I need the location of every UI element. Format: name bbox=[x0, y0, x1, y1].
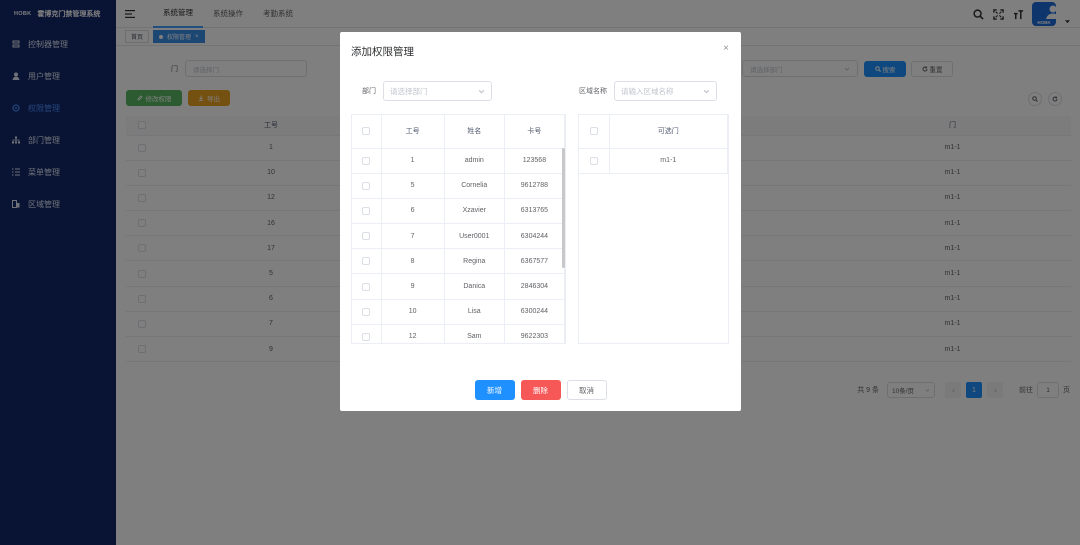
cancel-button[interactable]: 取消 bbox=[566, 380, 607, 400]
user-select-all-checkbox[interactable] bbox=[352, 115, 382, 149]
user-cell-id: 9 bbox=[381, 273, 445, 300]
user-cell-card: 9622303 bbox=[504, 324, 565, 343]
user-col-card: 卡号 bbox=[504, 115, 565, 149]
door-select-table: 可选门 m1-1 bbox=[578, 114, 729, 344]
dialog-title: 添加权限管理 bbox=[351, 46, 414, 58]
user-row[interactable]: 9 Danica 2846304 bbox=[352, 273, 565, 300]
user-row-checkbox[interactable] bbox=[352, 299, 382, 325]
door-row[interactable]: m1-1 bbox=[579, 148, 728, 174]
dialog-area-label: 区域名称 bbox=[579, 88, 607, 95]
user-cell-card: 2846304 bbox=[504, 273, 565, 300]
user-cell-id: 1 bbox=[381, 148, 445, 174]
user-col-name: 姓名 bbox=[444, 115, 505, 149]
user-cell-id: 10 bbox=[381, 299, 445, 325]
user-select-table: 工号 姓名 卡号 1 admin 123568 5 Cornelia 9612788 6 Xz… bbox=[351, 114, 566, 344]
user-col-id: 工号 bbox=[381, 115, 445, 149]
user-cell-card: 6300244 bbox=[504, 299, 565, 325]
user-cell-name: User0001 bbox=[444, 223, 505, 250]
user-cell-name: Sam bbox=[444, 324, 505, 343]
user-row[interactable]: 12 Sam 9622303 bbox=[352, 324, 565, 343]
chevron-down-icon bbox=[478, 89, 485, 93]
door-row-checkbox[interactable] bbox=[579, 148, 610, 174]
user-cell-name: Cornelia bbox=[444, 173, 505, 199]
dialog-area-select[interactable]: 请输入区域名称 bbox=[614, 81, 717, 101]
user-row[interactable]: 5 Cornelia 9612788 bbox=[352, 173, 565, 199]
user-cell-name: Regina bbox=[444, 248, 505, 275]
user-row-checkbox[interactable] bbox=[352, 223, 382, 250]
user-row[interactable]: 10 Lisa 6300244 bbox=[352, 299, 565, 325]
user-row-checkbox[interactable] bbox=[352, 324, 382, 343]
user-cell-card: 9612788 bbox=[504, 173, 565, 199]
user-cell-id: 6 bbox=[381, 198, 445, 225]
user-cell-id: 12 bbox=[381, 324, 445, 343]
user-row-checkbox[interactable] bbox=[352, 248, 382, 275]
close-icon[interactable]: × bbox=[723, 43, 729, 54]
door-select-all-checkbox[interactable] bbox=[579, 115, 610, 149]
dialog-dept-label: 部门 bbox=[362, 88, 376, 95]
user-cell-name: Danica bbox=[444, 273, 505, 300]
dialog-dept-placeholder: 请选择部门 bbox=[390, 86, 428, 96]
door-cell-name: m1-1 bbox=[609, 148, 728, 174]
user-row-checkbox[interactable] bbox=[352, 273, 382, 300]
user-row-checkbox[interactable] bbox=[352, 198, 382, 225]
user-row[interactable]: 7 User0001 6304244 bbox=[352, 223, 565, 250]
door-col-header: 可选门 bbox=[609, 115, 728, 149]
user-cell-name: Lisa bbox=[444, 299, 505, 325]
user-cell-card: 6304244 bbox=[504, 223, 565, 250]
user-row-checkbox[interactable] bbox=[352, 148, 382, 174]
add-permission-dialog: 添加权限管理 × 部门 请选择部门 区域名称 请输入区域名称 工号 姓名 卡号 … bbox=[340, 32, 741, 411]
user-cell-name: admin bbox=[444, 148, 505, 174]
table-scrollbar[interactable] bbox=[562, 148, 565, 268]
user-cell-name: Xzavier bbox=[444, 198, 505, 225]
user-cell-id: 7 bbox=[381, 223, 445, 250]
user-cell-id: 8 bbox=[381, 248, 445, 275]
user-cell-id: 5 bbox=[381, 173, 445, 199]
dialog-dept-select[interactable]: 请选择部门 bbox=[383, 81, 492, 101]
user-cell-card: 6367577 bbox=[504, 248, 565, 275]
user-row[interactable]: 6 Xzavier 6313765 bbox=[352, 198, 565, 225]
add-button[interactable]: 新增 bbox=[474, 380, 515, 400]
chevron-down-icon bbox=[703, 89, 710, 93]
user-row[interactable]: 1 admin 123568 bbox=[352, 148, 565, 174]
delete-button[interactable]: 删除 bbox=[520, 380, 561, 400]
dialog-area-placeholder: 请输入区域名称 bbox=[621, 86, 674, 96]
user-cell-card: 6313765 bbox=[504, 198, 565, 225]
user-cell-card: 123568 bbox=[504, 148, 565, 174]
user-row[interactable]: 8 Regina 6367577 bbox=[352, 248, 565, 275]
user-row-checkbox[interactable] bbox=[352, 173, 382, 199]
